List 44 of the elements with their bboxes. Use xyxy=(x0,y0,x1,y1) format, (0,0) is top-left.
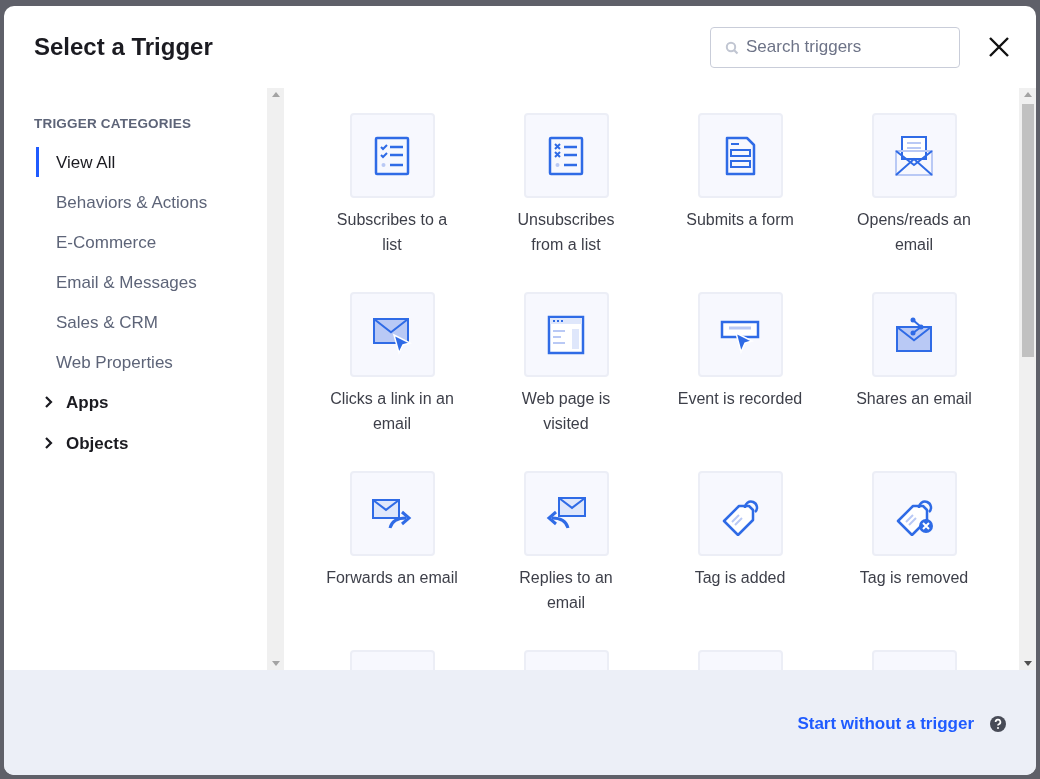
trigger-tile[interactable] xyxy=(523,471,609,556)
trigger-label: Tag is added xyxy=(693,568,787,588)
category-group[interactable]: Objects xyxy=(34,428,267,459)
trigger-label: Web page is visited xyxy=(520,389,612,434)
trigger-tile[interactable] xyxy=(349,113,435,198)
category-item[interactable]: Sales & CRM xyxy=(36,307,267,338)
chevron-icon xyxy=(44,437,54,450)
search-icon xyxy=(725,40,739,55)
trigger-tile[interactable] xyxy=(697,113,783,198)
trigger-tile[interactable] xyxy=(697,292,783,377)
trigger-label: Unsubscribes from a list xyxy=(516,210,616,255)
scroll-down-icon[interactable] xyxy=(1023,661,1032,666)
category-item[interactable]: Web Properties xyxy=(36,347,267,378)
category-group[interactable]: Apps xyxy=(34,387,267,418)
category-item[interactable]: Behaviors & Actions xyxy=(36,187,267,218)
dialog-title: Select a Trigger xyxy=(34,32,213,62)
open-envelope-icon xyxy=(892,133,936,178)
help-icon[interactable] xyxy=(990,715,1006,732)
scroll-thumb[interactable] xyxy=(1021,104,1034,357)
trigger-label: Opens/reads an email xyxy=(856,210,972,255)
trigger-tile[interactable] xyxy=(349,471,435,556)
scrollbar[interactable] xyxy=(1019,88,1036,670)
trigger-tile[interactable] xyxy=(871,471,957,556)
trigger-tile[interactable] xyxy=(523,292,609,377)
trigger-tile[interactable] xyxy=(349,292,435,377)
trigger-tile[interactable] xyxy=(697,471,783,556)
trigger-label: Shares an email xyxy=(855,389,973,409)
trigger-tile[interactable] xyxy=(871,113,957,198)
category-item[interactable]: Email & Messages xyxy=(36,267,267,298)
trigger-label: Replies to an email xyxy=(518,568,614,613)
trigger-label: Submits a form xyxy=(685,210,795,230)
search-field[interactable]: Search triggers xyxy=(710,26,960,68)
trigger-tile[interactable] xyxy=(871,292,957,377)
start-without-trigger-link[interactable]: Start without a trigger xyxy=(797,710,974,737)
category-item[interactable]: E-Commerce xyxy=(36,227,267,258)
trigger-label: Event is recorded xyxy=(676,389,804,409)
chevron-icon xyxy=(44,396,54,409)
close-icon xyxy=(989,37,1009,57)
trigger-label: Tag is removed xyxy=(858,568,970,588)
trigger-label: Subscribes to a list xyxy=(335,210,449,255)
trigger-tile[interactable] xyxy=(523,113,609,198)
trigger-label: Forwards an email xyxy=(326,568,458,588)
section-heading: TRIGGER CATEGORIES xyxy=(34,115,193,133)
trigger-label: Clicks a link in an email xyxy=(329,389,455,434)
